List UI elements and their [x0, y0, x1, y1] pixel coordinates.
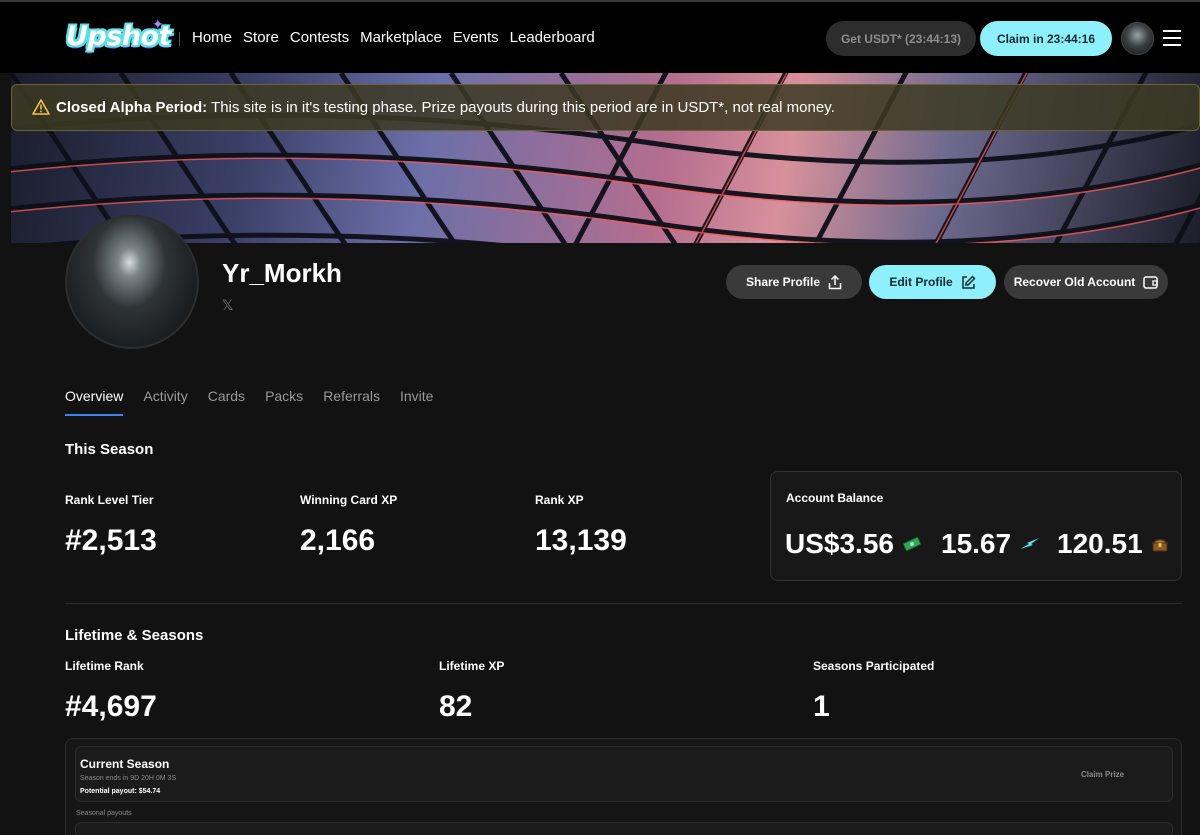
seasons-participated-label: Seasons Participated — [813, 659, 935, 673]
nav-marketplace[interactable]: Marketplace — [360, 29, 442, 46]
potential-payout: Potential payout: $54.74 — [80, 788, 161, 795]
rank-level-tier-value: #2,513 — [65, 524, 157, 557]
edit-icon — [961, 274, 976, 289]
wallet-icon — [1143, 276, 1159, 289]
upshot-logo[interactable]: Upshot ✦ — [64, 16, 172, 60]
current-season-card — [75, 746, 1173, 802]
nav-events[interactable]: Events — [453, 29, 499, 46]
usd-balance-value: US$3.56 — [785, 528, 894, 559]
username: Yr_Morkh — [222, 258, 342, 288]
lifetime-rank-value: #4,697 — [65, 690, 157, 723]
tab-packs[interactable]: Packs — [265, 388, 303, 416]
seasons-participated-value: 1 — [813, 690, 830, 723]
recover-account-button[interactable]: Recover Old Account — [1004, 265, 1168, 299]
tab-activity[interactable]: Activity — [143, 388, 187, 416]
coin-balance: 120.51 — [1057, 528, 1169, 560]
tab-cards[interactable]: Cards — [208, 388, 245, 416]
edit-profile-button[interactable]: Edit Profile — [869, 265, 996, 299]
claim-button[interactable]: Claim in 23:44:16 — [980, 21, 1112, 56]
current-season-title: Current Season — [80, 757, 170, 771]
account-balance-card: Account Balance US$3.56 15.67 120.51 — [770, 471, 1182, 581]
winning-card-xp-label: Winning Card XP — [300, 493, 398, 507]
recover-account-label: Recover Old Account — [1013, 275, 1136, 289]
tab-invite[interactable]: Invite — [400, 388, 433, 416]
seasonal-payouts-label: Seasonal payouts — [76, 810, 132, 817]
profile-avatar[interactable] — [65, 215, 199, 349]
token-balance: 15.67 — [941, 528, 1041, 560]
nav-home[interactable]: Home — [192, 29, 232, 46]
usd-balance: US$3.56 — [785, 528, 922, 560]
nav-leaderboard[interactable]: Leaderboard — [510, 29, 595, 46]
share-profile-button[interactable]: Share Profile — [726, 265, 862, 299]
nav-divider — [179, 32, 180, 46]
cash-icon — [902, 536, 922, 552]
nav-contests[interactable]: Contests — [290, 29, 349, 46]
lifetime-xp-value: 82 — [439, 690, 473, 723]
lifetime-rank-label: Lifetime Rank — [65, 659, 144, 673]
lifetime-xp-label: Lifetime XP — [439, 659, 505, 673]
alpha-alert-banner: Closed Alpha Period: This site is in it'… — [11, 84, 1200, 131]
profile-tabs: Overview Activity Cards Packs Referrals … — [65, 388, 453, 416]
get-usdt-button[interactable]: Get USDT* (23:44:13) — [826, 21, 976, 56]
seasonal-payouts-card — [75, 822, 1173, 835]
rank-level-tier-label: Rank Level Tier — [65, 493, 154, 507]
claim-prize-button[interactable]: Claim Prize — [1081, 770, 1124, 779]
tab-referrals[interactable]: Referrals — [323, 388, 380, 416]
alert-message: This site is in it's testing phase. Priz… — [211, 99, 835, 116]
winning-card-xp-value: 2,166 — [300, 524, 376, 557]
rank-xp-value: 13,139 — [535, 524, 627, 557]
sparkle-icon: ✦ — [152, 16, 164, 32]
edit-profile-label: Edit Profile — [889, 275, 953, 289]
alert-text: Closed Alpha Period: This site is in it'… — [56, 99, 835, 116]
main-nav: Home Store Contests Marketplace Events L… — [192, 29, 606, 46]
lightning-token-icon — [1020, 538, 1040, 549]
coin-balance-value: 120.51 — [1057, 528, 1143, 559]
section-divider — [65, 603, 1182, 604]
season-ends-countdown: Season ends in 9D 20H 0M 3S — [80, 775, 177, 782]
treasure-chest-icon — [1151, 539, 1168, 552]
nav-store[interactable]: Store — [243, 29, 279, 46]
token-balance-value: 15.67 — [941, 528, 1012, 559]
tab-overview[interactable]: Overview — [65, 388, 124, 416]
top-navbar: Upshot ✦ Home Store Contests Marketplace… — [0, 0, 1200, 73]
this-season-title: This Season — [65, 441, 154, 458]
account-balance-label: Account Balance — [786, 491, 884, 505]
user-avatar[interactable] — [1121, 22, 1154, 55]
hamburger-menu-icon[interactable] — [1163, 30, 1181, 46]
alert-title: Closed Alpha Period: — [56, 99, 208, 116]
lifetime-seasons-title: Lifetime & Seasons — [65, 627, 204, 644]
x-icon[interactable]: 𝕏 — [222, 297, 236, 313]
rank-xp-label: Rank XP — [535, 493, 584, 507]
share-profile-label: Share Profile — [745, 275, 821, 289]
warning-icon — [32, 99, 50, 115]
share-icon — [828, 274, 842, 289]
